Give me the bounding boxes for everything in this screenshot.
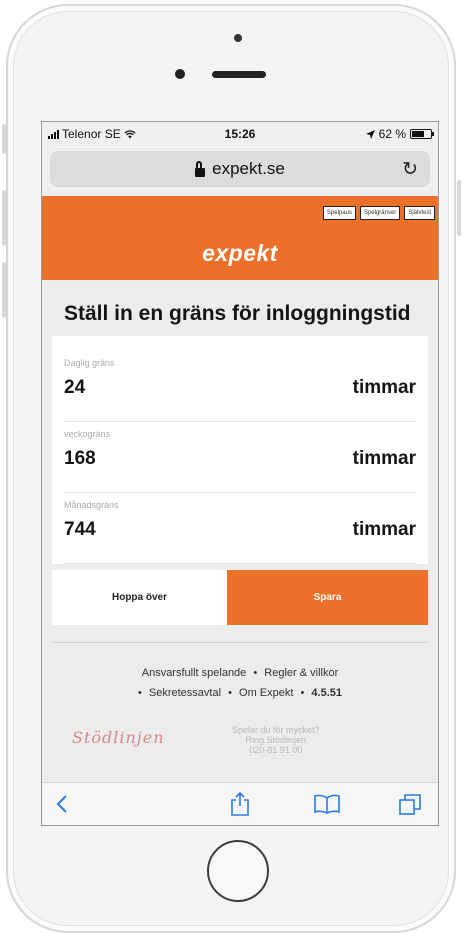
footer: Ansvarsfullt spelande • Regler & villkor… xyxy=(42,643,438,783)
helpline-text: Spelar du för mycket? Ring Stödlinjen 02… xyxy=(232,725,320,755)
footer-link-privacy[interactable]: Sekretessavtal xyxy=(149,687,221,699)
link-spelgranser[interactable]: Spelgränser xyxy=(359,206,401,220)
daily-limit-value[interactable]: 24 xyxy=(64,377,85,399)
volume-up-button[interactable] xyxy=(2,190,6,246)
status-bar: Telenor SE 15:26 62 % xyxy=(42,122,438,146)
safari-toolbar xyxy=(42,782,438,825)
address-bar-area: expekt.se ↻ xyxy=(42,146,438,196)
link-spelpaus[interactable]: Spelpaus xyxy=(322,206,356,220)
page-title: Ställ in en gräns för inloggningstid xyxy=(64,302,411,325)
site-header: Spelpaus Spelgränser Självtest expekt xyxy=(42,196,438,280)
back-icon[interactable] xyxy=(56,783,68,825)
monthly-limit-label: Månadsgräns xyxy=(64,500,119,510)
daily-limit-label: Daglig gräns xyxy=(64,358,115,368)
bookmarks-icon[interactable] xyxy=(314,783,340,825)
location-icon xyxy=(365,129,375,139)
daily-limit-unit: timmar xyxy=(352,377,416,398)
responsible-gaming-links: Spelpaus Spelgränser Självtest xyxy=(322,206,435,220)
helpline-phone: 020-81 91 00 xyxy=(249,745,303,755)
limits-form: Daglig gräns 24 timmar veckogräns 168 ti… xyxy=(52,336,428,564)
footer-link-responsible-gaming[interactable]: Ansvarsfullt spelande xyxy=(142,667,247,679)
lock-icon xyxy=(195,160,206,177)
front-camera xyxy=(175,69,185,79)
battery-percent: 62 % xyxy=(378,127,406,141)
address-bar[interactable]: expekt.se ↻ xyxy=(50,151,430,187)
bullet: • xyxy=(137,687,142,699)
monthly-limit-value[interactable]: 744 xyxy=(64,519,96,541)
mute-switch[interactable] xyxy=(2,124,6,154)
monthly-limit-unit: timmar xyxy=(352,519,416,540)
home-button[interactable] xyxy=(207,840,269,902)
skip-button[interactable]: Hoppa över xyxy=(52,570,227,625)
weekly-limit-value[interactable]: 168 xyxy=(64,448,96,470)
helpline-line-1: Spelar du för mycket? xyxy=(232,725,320,735)
link-sjalvtest[interactable]: Självtest xyxy=(404,206,435,220)
reload-icon[interactable]: ↻ xyxy=(402,158,418,181)
daily-limit-field[interactable]: Daglig gräns 24 timmar xyxy=(64,358,416,422)
footer-link-terms[interactable]: Regler & villkor xyxy=(264,667,338,679)
battery-icon xyxy=(410,129,434,139)
tabs-icon[interactable] xyxy=(398,783,422,825)
bullet: • xyxy=(253,667,258,679)
screen: Telenor SE 15:26 62 % expekt.se ↻ Spelpa… xyxy=(41,121,439,826)
app-version: 4.5.51 xyxy=(311,687,343,699)
save-button[interactable]: Spara xyxy=(227,570,428,625)
expekt-logo[interactable]: expekt xyxy=(42,240,438,267)
weekly-limit-field[interactable]: veckogräns 168 timmar xyxy=(64,429,416,493)
bullet: • xyxy=(300,687,305,699)
helpline-banner[interactable]: Stödlinjen Spelar du för mycket? Ring St… xyxy=(42,723,438,783)
footer-link-about[interactable]: Om Expekt xyxy=(239,687,293,699)
monthly-limit-field[interactable]: Månadsgräns 744 timmar xyxy=(64,500,416,564)
weekly-limit-unit: timmar xyxy=(352,448,416,469)
share-icon[interactable] xyxy=(230,783,250,825)
helpline-line-2: Ring Stödlinjen xyxy=(245,735,307,745)
bullet: • xyxy=(228,687,232,699)
front-sensor xyxy=(234,34,242,42)
weekly-limit-label: veckogräns xyxy=(64,429,111,439)
power-button[interactable] xyxy=(457,180,461,236)
earpiece-speaker xyxy=(212,71,266,78)
stodlinjen-logo: Stödlinjen xyxy=(72,728,165,747)
url-text: expekt.se xyxy=(212,159,285,178)
volume-down-button[interactable] xyxy=(2,262,6,318)
form-buttons: Hoppa över Spara xyxy=(52,570,428,625)
